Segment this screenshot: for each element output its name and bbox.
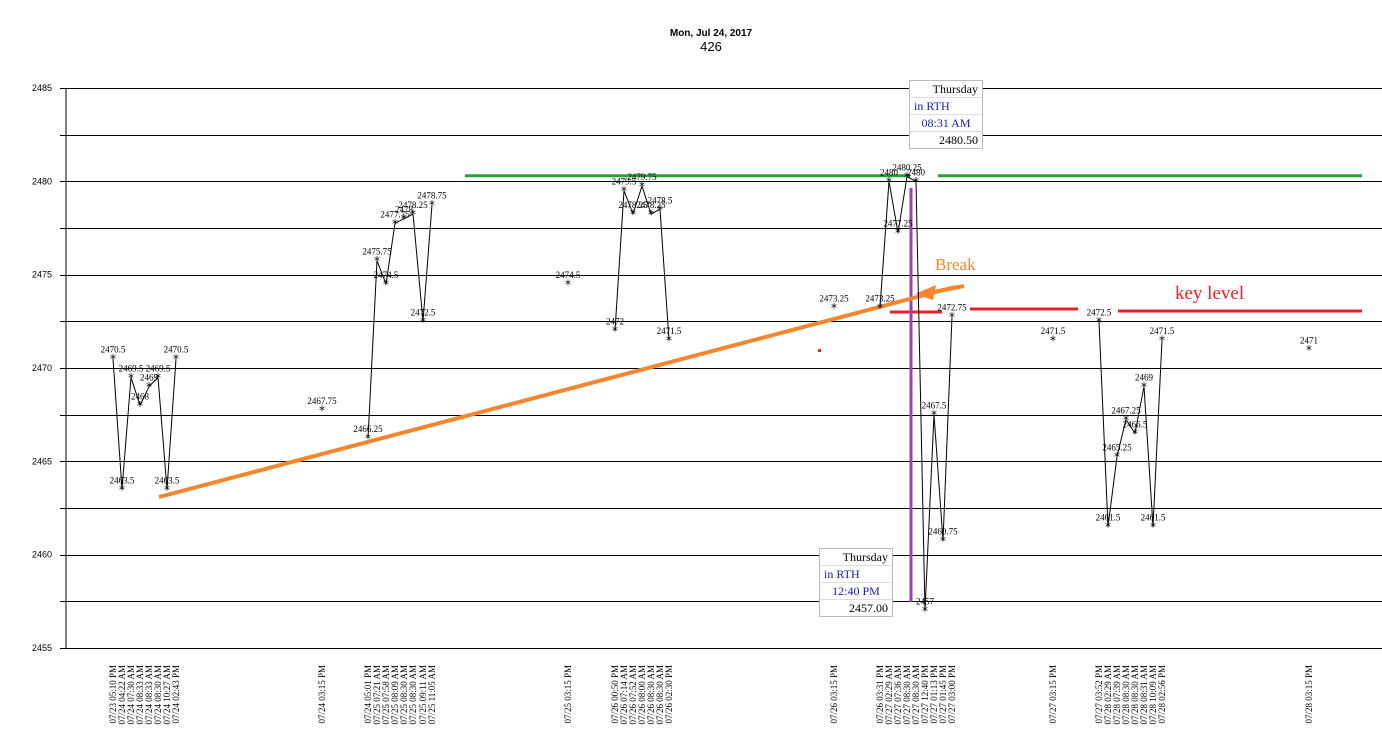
trendline: [158, 285, 956, 499]
x-tick-label: 07/25 03:15 PM: [563, 665, 573, 724]
data-point-label: 2463.5: [110, 475, 135, 485]
key-level-marker: [818, 349, 821, 352]
series-segment: [112, 358, 123, 490]
tooltip-value: 2457.00: [849, 601, 888, 615]
series-segment: [121, 377, 132, 490]
data-point-label: 2473.25: [865, 293, 895, 303]
data-point-label: 2478.75: [417, 191, 447, 201]
series-segment: [933, 414, 944, 541]
key-level-label: key level: [1175, 283, 1244, 304]
series-segment: [942, 316, 953, 541]
x-tick-label: 07/25 08:30 AM: [408, 665, 418, 725]
data-point-label: 2475.75: [362, 247, 392, 257]
series-segment: [166, 358, 177, 490]
data-point-label: 2460.75: [928, 527, 958, 537]
x-tick-label: 07/24 02:43 PM: [171, 665, 181, 724]
tooltip-day: Thursday: [820, 549, 892, 566]
data-point-label: 2467.25: [1111, 405, 1141, 415]
series-segment: [614, 190, 625, 331]
x-tick-label: 07/27 03:15 PM: [1048, 665, 1058, 724]
y-tick-label: 2480: [32, 176, 52, 186]
y-tick-label: 2465: [32, 456, 52, 466]
tooltip-session: in RTH: [820, 566, 892, 583]
data-point-label: 2471: [1300, 335, 1318, 345]
grid-layer: 2455 2460 2465 2470 2475 2480 2485: [32, 83, 1382, 653]
data-point-label: 2470.5: [101, 345, 126, 355]
chart-subtitle: 426: [700, 39, 722, 54]
data-point-label: 2469.5: [146, 363, 171, 373]
series-segment: [879, 181, 890, 308]
tooltip-value: 2480.50: [939, 133, 978, 147]
data-point-label: 2477.25: [883, 219, 913, 229]
tooltip-time: 08:31 AM: [910, 115, 982, 132]
series-segment: [924, 414, 935, 611]
y-tick-label: 2460: [32, 550, 52, 560]
data-point-label: 2480: [907, 167, 926, 177]
x-tick-label: 07/28 03:15 PM: [1304, 665, 1314, 724]
x-tick-label: 07/26 03:15 PM: [829, 665, 839, 724]
series-segment: [367, 260, 378, 439]
data-point-label: 2479.75: [627, 172, 657, 182]
data-point-label: 2465.25: [1102, 443, 1132, 453]
data-point-label: 2472: [606, 317, 624, 327]
series-layer: *2470.5*2463.5*2469.5*2468*2469*2469.5*2…: [101, 163, 1318, 619]
data-point-label: 2474.5: [556, 270, 581, 280]
y-tick-label: 2455: [32, 643, 52, 653]
x-tick-label: 07/26 02:30 PM: [664, 665, 674, 724]
series-segment: [412, 213, 424, 322]
price-chart: Mon, Jul 24, 2017 426 245524602465247024…: [32, 28, 1382, 725]
series-segment: [157, 377, 168, 490]
series-segment: [422, 204, 433, 322]
annotation-layer: [158, 174, 1362, 602]
data-point-label: 2461.5: [1096, 513, 1121, 523]
data-point-label: 2463.5: [155, 475, 180, 485]
x-tick-label: 07/28 02:56 PM: [1157, 665, 1167, 724]
data-point-label: 2466.5: [1123, 419, 1148, 429]
data-point-label: 2472.5: [411, 307, 436, 317]
y-tick-label: 2485: [32, 83, 52, 93]
data-point-label: 2457: [916, 597, 935, 607]
data-point-label: 2471.5: [1150, 326, 1175, 336]
tooltip-day: Thursday: [910, 81, 982, 98]
tooltip-high: Thursday in RTH 08:31 AM 2480.50: [909, 80, 983, 149]
break-label: Break: [935, 255, 976, 274]
chart-title: Mon, Jul 24, 2017: [670, 28, 753, 39]
data-point-label: 2474.5: [374, 270, 399, 280]
x-tick-label: 07/27 03:00 PM: [947, 665, 957, 724]
x-tick-label: 07/24 03:15 PM: [317, 665, 327, 724]
tooltip-session: in RTH: [910, 98, 982, 115]
data-point-label: 2467.75: [307, 396, 337, 406]
series-segment: [1143, 386, 1154, 527]
y-tick-label: 2470: [32, 363, 52, 373]
data-point-label: 2471.5: [1041, 326, 1066, 336]
data-point-label: 2471.5: [657, 326, 682, 336]
data-point-label: 2469: [1135, 373, 1154, 383]
x-axis-labels: 07/23 05:10 PM 07/24 04:22 AM 07/24 07:30 …: [108, 665, 1314, 725]
data-point-label: 2473.25: [819, 293, 849, 303]
data-point-label: 2472.75: [937, 303, 967, 313]
data-point-label: 2461.5: [1141, 513, 1166, 523]
x-tick-label: 07/25 11:05 AM: [427, 665, 437, 724]
data-point-label: 2472.5: [1087, 307, 1112, 317]
series-segment: [915, 181, 926, 611]
tooltip-low: Thursday in RTH 12:40 PM 2457.00: [819, 548, 893, 617]
series-segment: [1098, 321, 1109, 527]
data-point-label: 2478.5: [648, 195, 673, 205]
data-point-label: 2478.25: [398, 200, 428, 210]
data-point-label: 2470.5: [164, 345, 189, 355]
data-point-label: 2466.25: [353, 424, 383, 434]
tooltip-time: 12:40 PM: [820, 583, 892, 600]
data-point-label: 2467.5: [922, 401, 947, 411]
y-tick-label: 2475: [32, 270, 52, 280]
